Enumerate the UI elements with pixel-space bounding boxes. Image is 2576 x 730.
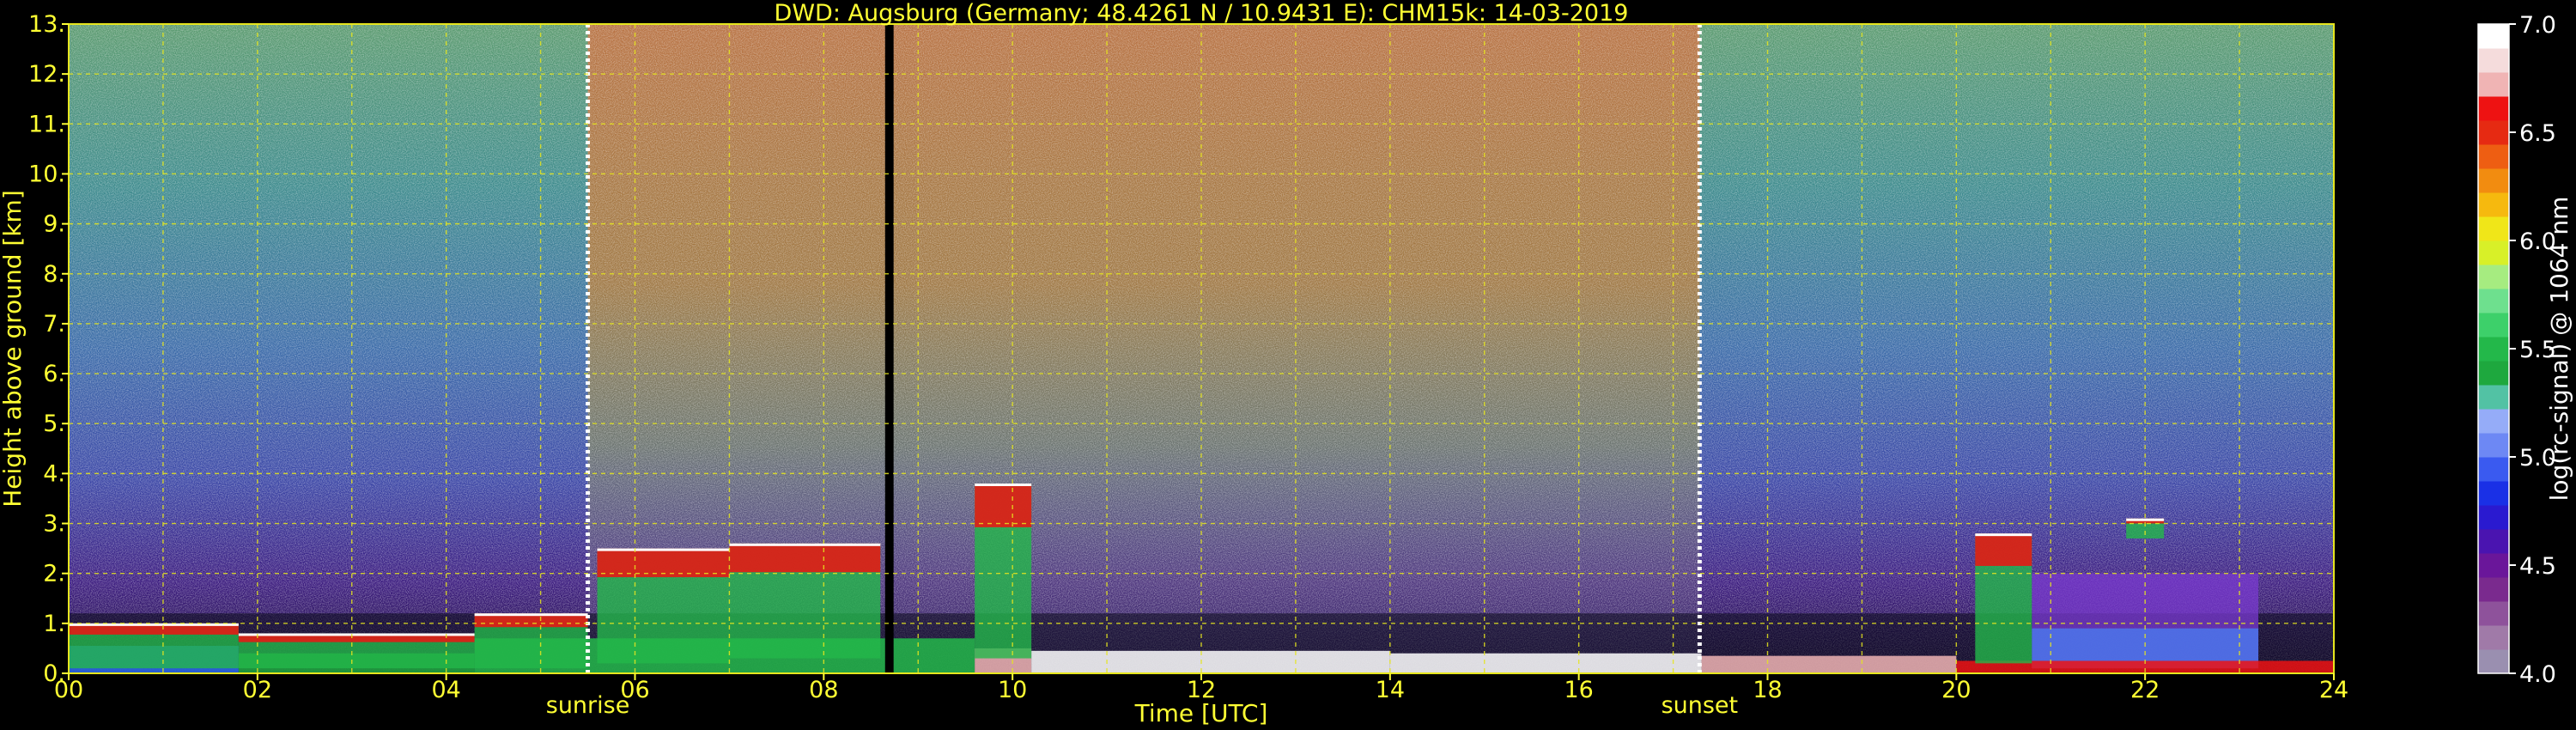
cloud-layer-edge — [1975, 533, 2032, 537]
x-tick-label: 20 — [1941, 677, 1971, 703]
colorbar-swatch — [2478, 96, 2509, 121]
colorbar-swatch — [2478, 240, 2509, 265]
colorbar-swatch — [2478, 481, 2509, 506]
x-tick-label: 16 — [1564, 677, 1593, 703]
x-tick-label: 08 — [809, 677, 838, 703]
colorbar-swatch — [2478, 433, 2509, 458]
sunrise-label: sunrise — [546, 692, 630, 719]
colorbar-swatch — [2478, 625, 2509, 650]
ceilometer-chart: 00 02 04 06 08 10 12 14 16 18 20 22 240.1.2.3.4.5.6.… — [0, 0, 2573, 727]
colorbar-swatch — [2478, 409, 2509, 434]
x-tick-label: 14 — [1376, 677, 1405, 703]
colorbar-swatch — [2478, 529, 2509, 554]
y-tick-label: 4. — [43, 460, 65, 487]
y-tick-label: 11. — [28, 111, 65, 137]
colorbar-swatch — [2478, 337, 2509, 362]
y-tick-label: 5. — [43, 411, 65, 437]
boundary-layer-segment — [1701, 655, 1957, 673]
x-axis-title: Time [UTC] — [1134, 699, 1268, 727]
y-tick-label: 2. — [43, 561, 65, 587]
colorbar-swatch — [2478, 649, 2509, 674]
cloud-layer-top — [729, 543, 881, 573]
colorbar-swatch — [2478, 265, 2509, 289]
colorbar-swatch — [2478, 553, 2509, 578]
cloud-layer-edge — [69, 623, 239, 626]
y-tick-label: 10. — [28, 161, 65, 187]
colorbar-swatch — [2478, 24, 2509, 49]
cloud-layer-edge — [2126, 518, 2165, 521]
y-tick-label: 8. — [43, 261, 65, 288]
y-tick-label: 6. — [43, 361, 65, 387]
x-tick-label: 10 — [998, 677, 1027, 703]
y-tick-label: 3. — [43, 511, 65, 538]
y-tick-label: 12. — [28, 61, 65, 88]
colorbar-swatch — [2478, 457, 2509, 482]
colorbar-swatch — [2478, 192, 2509, 217]
x-tick-label: 04 — [431, 677, 460, 703]
colorbar-tick-label: 6.5 — [2519, 120, 2556, 147]
boundary-layer-segment — [1389, 653, 1702, 673]
colorbar-tick-label: 4.5 — [2519, 553, 2556, 580]
chart-title: DWD: Augsburg (Germany; 48.4261 N / 10.9… — [775, 0, 1629, 27]
y-tick-label: 9. — [43, 211, 65, 238]
y-tick-label: 1. — [43, 611, 65, 637]
cloud-layer-top — [975, 484, 1032, 527]
colorbar-swatch — [2478, 48, 2509, 73]
y-axis-title: Height above ground [km] — [0, 190, 27, 508]
colorbar-title: log(rc-signal) @ 1064 nm — [2545, 197, 2573, 502]
colorbar-swatch — [2478, 361, 2509, 386]
colorbar-swatch — [2478, 120, 2509, 145]
y-tick-label: 0. — [43, 660, 65, 687]
colorbar-swatch — [2478, 72, 2509, 97]
colorbar-swatch — [2478, 313, 2509, 338]
colorbar-swatch — [2478, 385, 2509, 410]
cloud-layer-edge — [729, 543, 881, 546]
colorbar-swatch — [2478, 216, 2509, 241]
cloud-layer-edge — [975, 484, 1032, 487]
x-tick-label: 22 — [2130, 677, 2160, 703]
boundary-layer-segment — [1031, 650, 1390, 673]
cloud-layer-edge — [474, 613, 588, 617]
cloud-layer-edge — [238, 633, 475, 636]
colorbar-swatch — [2478, 144, 2509, 169]
x-tick-label: 02 — [243, 677, 272, 703]
colorbar-swatch — [2478, 168, 2509, 193]
cloud-layer-edge — [597, 548, 730, 551]
colorbar-swatch — [2478, 289, 2509, 313]
x-tick-label: 24 — [2319, 677, 2348, 703]
cloud-layer-top — [1975, 533, 2032, 566]
y-tick-label: 13. — [28, 11, 65, 38]
colorbar-swatch — [2478, 601, 2509, 626]
colorbar-tick-label: 7.0 — [2519, 12, 2556, 39]
colorbar-swatch — [2478, 577, 2509, 602]
x-tick-label: 18 — [1753, 677, 1782, 703]
data-gap — [884, 24, 894, 673]
colorbar-swatch — [2478, 505, 2509, 530]
sunset-label: sunset — [1662, 692, 1739, 719]
y-tick-label: 7. — [43, 311, 65, 338]
colorbar-tick-label: 4.0 — [2519, 661, 2556, 688]
